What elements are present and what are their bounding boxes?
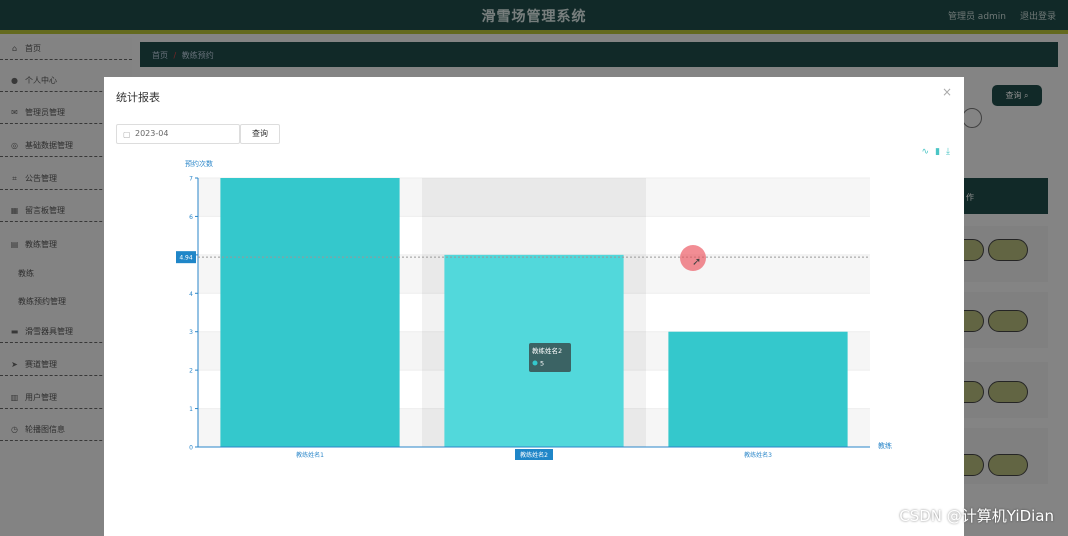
tooltip-dot bbox=[532, 360, 538, 366]
close-icon[interactable]: × bbox=[942, 85, 952, 99]
mouse-cursor-icon: ➚ bbox=[692, 255, 702, 268]
x-tick-label: 教练姓名1 bbox=[296, 451, 324, 459]
y-tick-label: 4 bbox=[189, 291, 193, 298]
month-picker-input[interactable]: ▢ 2023-04 bbox=[116, 124, 240, 144]
stats-report-dialog: 统计报表 × ▢ 2023-04 查询 ∿ ▮ ⤓ 预约次数 教练 012345… bbox=[104, 77, 964, 536]
y-tick-label: 0 bbox=[189, 445, 193, 452]
crosshair-value: 4.94 bbox=[179, 255, 193, 262]
dialog-title: 统计报表 bbox=[116, 91, 160, 104]
bar bbox=[668, 331, 848, 447]
x-tick-label: 教练姓名3 bbox=[744, 451, 772, 459]
bar bbox=[220, 178, 400, 447]
tooltip-value: 5 bbox=[540, 360, 544, 368]
y-tick-label: 3 bbox=[189, 329, 193, 336]
query-button[interactable]: 查询 bbox=[240, 124, 280, 144]
y-tick-label: 1 bbox=[189, 406, 193, 413]
month-value: 2023-04 bbox=[135, 129, 169, 138]
tooltip-title: 教练姓名2 bbox=[532, 346, 562, 355]
watermark: CSDN @计算机YiDian bbox=[899, 507, 1054, 525]
x-tick-label: 教练姓名2 bbox=[520, 451, 548, 459]
calendar-icon: ▢ bbox=[123, 130, 131, 139]
bar-chart: 预约次数 教练 0 1 2 3 4 5 6 7 教练姓名1 教练姓名2 教练姓名3 4.94 教练姓名2… bbox=[176, 159, 892, 460]
x-axis-label: 教练 bbox=[878, 441, 892, 450]
y-tick-label: 2 bbox=[189, 368, 193, 375]
y-tick-label: 6 bbox=[189, 214, 193, 221]
y-axis-label: 预约次数 bbox=[185, 159, 213, 168]
y-tick-label: 7 bbox=[189, 176, 193, 183]
